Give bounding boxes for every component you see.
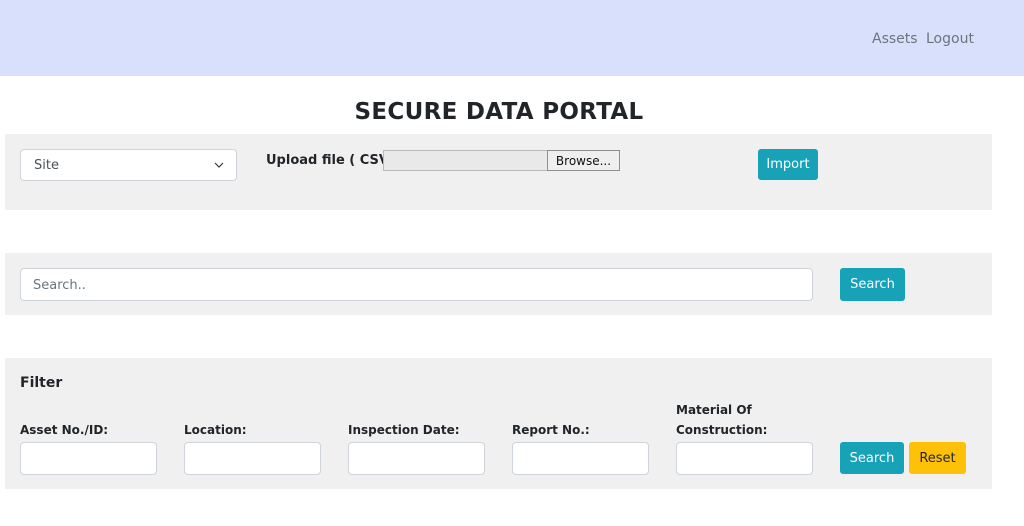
filter-title: Filter [20, 375, 63, 391]
site-select[interactable]: Site [20, 149, 237, 181]
search-button[interactable]: Search [840, 268, 905, 301]
reset-button[interactable]: Reset [909, 442, 966, 474]
file-name-field[interactable] [383, 150, 548, 171]
site-select-value: Site [34, 158, 59, 173]
import-button[interactable]: Import [758, 149, 818, 180]
inspection-date-label: Inspection Date: [348, 423, 460, 437]
browse-button[interactable]: Browse... [547, 150, 620, 171]
page-title: SECURE DATA PORTAL [354, 99, 644, 125]
search-placeholder: Search.. [33, 278, 86, 293]
navbar: Assets Logout [0, 0, 1024, 76]
report-no-input[interactable] [512, 442, 649, 475]
material-of-construction-input[interactable] [676, 442, 813, 475]
asset-id-input[interactable] [20, 442, 157, 475]
nav-link-logout[interactable]: Logout [926, 31, 974, 47]
nav-link-assets[interactable]: Assets [872, 31, 918, 47]
asset-id-label: Asset No./ID: [20, 423, 109, 437]
report-no-label: Report No.: [512, 423, 590, 437]
location-input[interactable] [184, 442, 321, 475]
filter-search-button[interactable]: Search [840, 442, 904, 474]
search-input[interactable]: Search.. [20, 268, 813, 301]
material-of-construction-label: Material Of Construction: [676, 403, 768, 437]
inspection-date-input[interactable] [348, 442, 485, 475]
chevron-down-icon [214, 162, 224, 168]
location-label: Location: [184, 423, 247, 437]
